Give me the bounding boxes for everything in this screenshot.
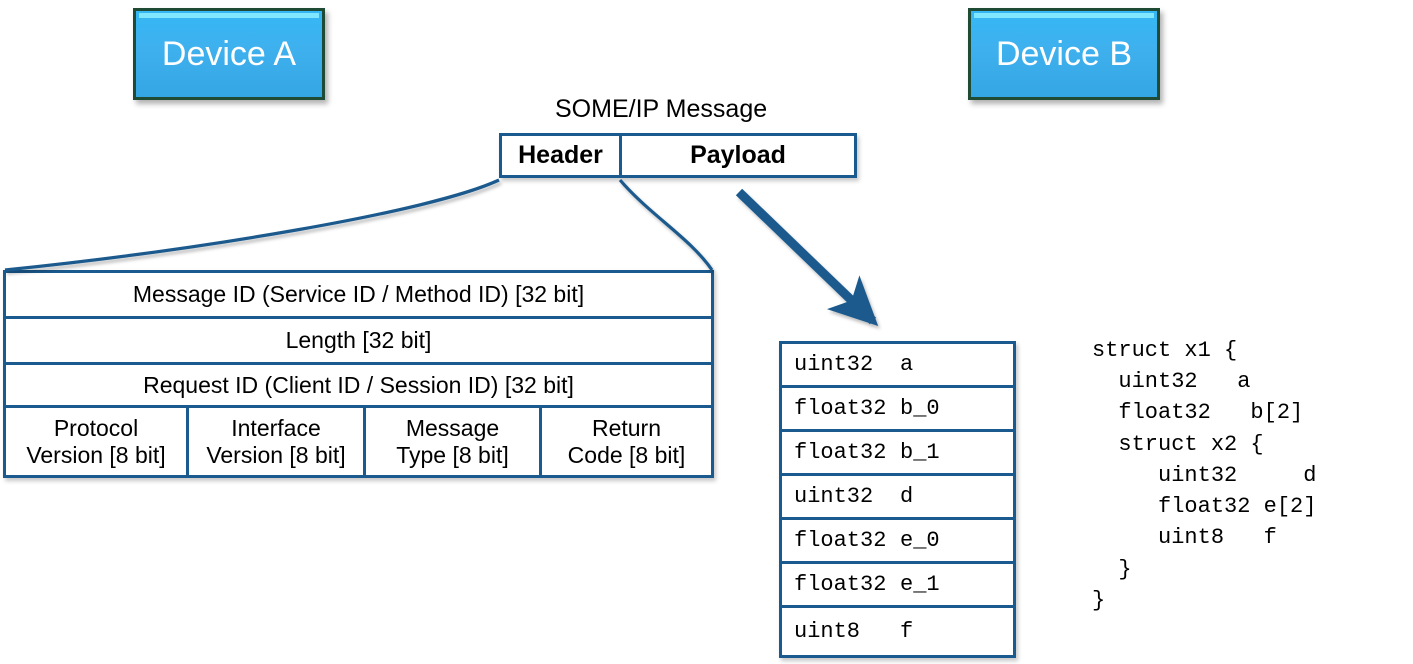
payload-serialization-table: uint32 a float32 b_0 float32 b_1 uint32 … xyxy=(779,341,1016,658)
header-byte-field-line2: Code [8 bit] xyxy=(567,441,686,468)
payload-row: float32 b_0 xyxy=(782,388,1013,432)
header-byte-field-protocol-version: Protocol Version [8 bit] xyxy=(6,408,186,475)
arrow-payload-to-table xyxy=(735,188,879,326)
header-byte-fields-row: Protocol Version [8 bit] Interface Versi… xyxy=(6,408,711,475)
payload-row-name: b_1 xyxy=(900,440,940,465)
header-byte-field-return-code: Return Code [8 bit] xyxy=(539,408,711,475)
payload-row: uint8 f xyxy=(782,608,1013,655)
payload-row-type: float32 xyxy=(794,396,887,421)
header-field-label: Message ID (Service ID / Method ID) [32 … xyxy=(132,281,585,307)
payload-row: uint32 d xyxy=(782,476,1013,520)
message-part-header: Header xyxy=(502,136,619,175)
payload-row-name: e_1 xyxy=(900,572,940,597)
payload-row-name: d xyxy=(900,484,914,509)
header-field-row: Message ID (Service ID / Method ID) [32 … xyxy=(6,273,711,319)
connector-header-left xyxy=(4,178,500,272)
payload-row-name: f xyxy=(900,619,914,644)
header-byte-field-line1: Protocol xyxy=(53,414,139,441)
payload-row: float32 e_1 xyxy=(782,564,1013,608)
header-byte-field-line1: Return xyxy=(591,414,662,441)
header-byte-field-line1: Message xyxy=(405,414,500,441)
device-a-label: Device A xyxy=(161,34,297,73)
payload-row-name: b_0 xyxy=(900,396,940,421)
someip-header-detail-table: Message ID (Service ID / Method ID) [32 … xyxy=(3,270,714,478)
payload-row: float32 b_1 xyxy=(782,432,1013,476)
header-byte-field-message-type: Message Type [8 bit] xyxy=(363,408,539,475)
payload-row-type: uint32 xyxy=(794,484,874,509)
struct-definition-code: struct x1 { uint32 a float32 b[2] struct… xyxy=(1092,338,1317,613)
payload-row-type: float32 xyxy=(794,528,887,553)
payload-row-name: a xyxy=(900,352,914,377)
message-part-payload-label: Payload xyxy=(690,141,786,169)
device-a-box: Device A xyxy=(133,8,325,100)
header-field-row: Request ID (Client ID / Session ID) [32 … xyxy=(6,365,711,408)
payload-row: float32 e_0 xyxy=(782,520,1013,564)
header-byte-field-line1: Interface xyxy=(231,414,321,441)
header-field-row: Length [32 bit] xyxy=(6,319,711,365)
header-field-label: Request ID (Client ID / Session ID) [32 … xyxy=(143,371,574,398)
payload-row-type: uint32 xyxy=(794,352,874,377)
payload-row-type: float32 xyxy=(794,440,887,465)
message-part-payload: Payload xyxy=(619,136,854,175)
someip-message-table: Header Payload xyxy=(499,133,857,178)
message-title: SOME/IP Message xyxy=(555,95,768,123)
header-byte-field-line2: Version [8 bit] xyxy=(206,441,346,468)
header-byte-field-line2: Type [8 bit] xyxy=(396,441,509,468)
header-byte-field-line2: Version [8 bit] xyxy=(26,441,166,468)
header-field-label: Length [32 bit] xyxy=(285,327,432,353)
device-b-label: Device B xyxy=(995,34,1133,73)
connector-header-right xyxy=(618,178,714,271)
device-b-box: Device B xyxy=(968,8,1160,100)
header-byte-field-interface-version: Interface Version [8 bit] xyxy=(186,408,363,475)
payload-row-type: float32 xyxy=(794,572,887,597)
payload-row: uint32 a xyxy=(782,344,1013,388)
diagram-canvas: Device A Device B SOME/IP Message Header… xyxy=(0,0,1413,664)
payload-row-type: uint8 xyxy=(794,619,861,644)
payload-row-name: e_0 xyxy=(900,528,940,553)
message-part-header-label: Header xyxy=(518,141,603,169)
